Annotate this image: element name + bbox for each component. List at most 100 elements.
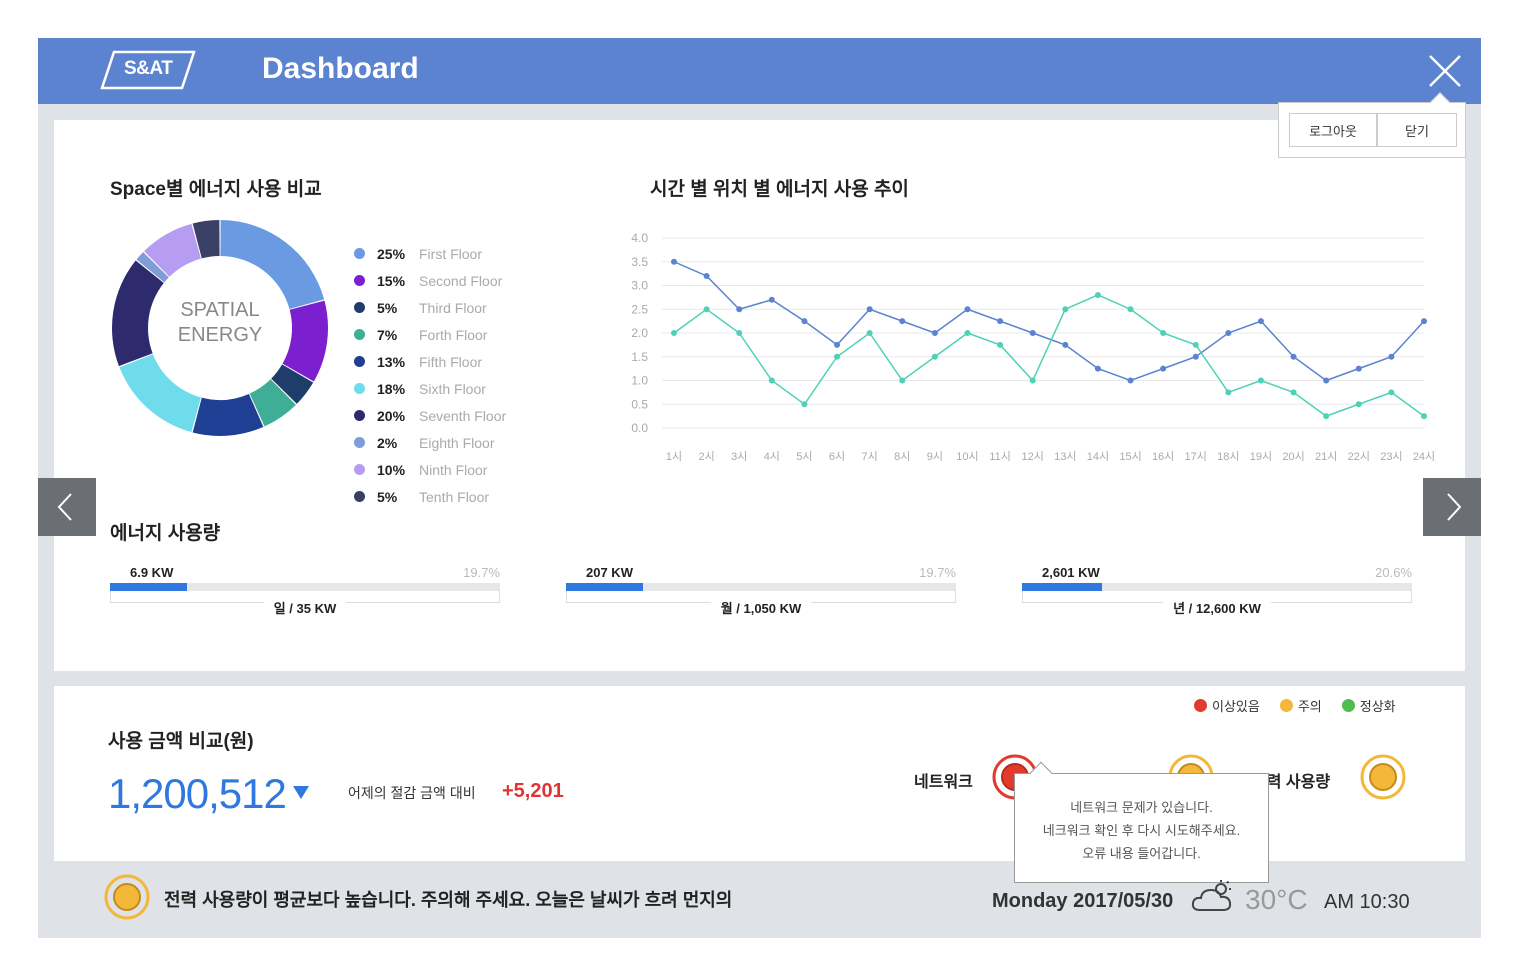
data-point	[768, 296, 775, 303]
power-status-indicator[interactable]	[1360, 754, 1406, 800]
data-point	[834, 353, 841, 360]
x-tick-label: 1시	[666, 451, 682, 463]
usage-percent: 19.7%	[919, 565, 956, 580]
data-point	[899, 318, 906, 325]
status-legend-error: 이상있음	[1194, 696, 1260, 715]
data-point	[768, 377, 775, 384]
legend-item: 13% Fifth Floor	[354, 348, 506, 375]
next-page-button[interactable]	[1423, 478, 1481, 536]
prev-page-button[interactable]	[38, 478, 96, 536]
legend-label: Second Floor	[419, 272, 503, 289]
x-tick-label: 5시	[796, 451, 812, 463]
data-point	[1421, 413, 1427, 420]
data-point	[703, 273, 710, 279]
data-point	[1062, 341, 1069, 348]
x-tick-label: 16시	[1152, 451, 1174, 463]
x-tick-label: 19시	[1250, 451, 1272, 463]
legend-label: Sixth Floor	[419, 380, 486, 397]
data-point	[866, 306, 873, 313]
usage-card-year: 2,601 KW 20.6% 년 / 12,600 KW	[1022, 565, 1412, 625]
data-point	[1388, 353, 1395, 360]
y-tick-label: 4.0	[631, 231, 648, 245]
data-point	[931, 353, 938, 360]
data-point	[736, 306, 743, 313]
data-point	[1160, 365, 1167, 372]
network-status-label: 네트워크	[914, 774, 973, 791]
status-legend-normal: 정상화	[1341, 696, 1396, 715]
usage-total: 월 / 1,050 KW	[566, 598, 956, 617]
legend-label: Tenth Floor	[419, 488, 490, 505]
x-tick-label: 17시	[1185, 451, 1207, 463]
status-legend-label: 정상화	[1359, 699, 1396, 714]
x-tick-label: 14시	[1087, 451, 1109, 463]
x-tick-label: 18시	[1217, 451, 1239, 463]
donut-slice	[220, 220, 325, 309]
legend-item: 7% Forth Floor	[354, 321, 506, 348]
legend-dot	[354, 329, 365, 340]
data-point	[1225, 330, 1232, 336]
data-point	[671, 330, 677, 336]
x-tick-label: 20시	[1282, 451, 1304, 463]
logout-button[interactable]: 로그아웃	[1289, 113, 1377, 147]
chevron-left-icon	[57, 493, 72, 521]
donut-slice	[119, 354, 201, 433]
legend-dot	[354, 410, 365, 421]
legend-label: Fifth Floor	[419, 353, 483, 370]
green-dot-icon	[1341, 699, 1355, 712]
close-icon[interactable]	[1426, 52, 1464, 90]
energy-panel: Space별 에너지 사용 비교 SPATIAL ENERGY 25% First…	[54, 120, 1465, 671]
legend-item: 15% Second Floor	[354, 267, 506, 294]
legend-dot	[354, 275, 365, 286]
logo-text: S&AT	[124, 58, 173, 79]
data-point	[1029, 330, 1036, 336]
legend-dot	[354, 248, 365, 259]
y-tick-label: 3.0	[631, 279, 648, 293]
x-tick-label: 2시	[698, 451, 714, 463]
y-tick-label: 2.5	[631, 302, 648, 316]
usage-total: 일 / 35 KW	[110, 598, 500, 617]
usage-kw: 2,601 KW	[1042, 565, 1100, 580]
usage-progress-track	[1022, 583, 1412, 591]
trend-line-chart: 4.0 3.5 3.0 2.5 2.0 1.5 1.0 0.5 0.0 1시 2시 3시 4시 5시 6시 7…	[631, 231, 1434, 463]
data-point	[931, 330, 938, 336]
donut-center-label: SPATIAL ENERGY	[110, 298, 330, 348]
status-legend-label: 주의	[1297, 699, 1322, 714]
legend-percent: 5%	[377, 299, 398, 316]
legend-item: 20% Seventh Floor	[354, 402, 506, 429]
triangle-down-icon	[293, 786, 309, 799]
y-tick-label: 2.0	[631, 326, 648, 340]
data-point	[834, 341, 841, 348]
account-popup: 로그아웃 닫기	[1278, 92, 1466, 158]
usage-card-day: 6.9 KW 19.7% 일 / 35 KW	[110, 565, 500, 625]
legend-dot	[354, 356, 365, 367]
legend-percent: 15%	[377, 272, 406, 289]
status-legend: 이상있음 주의 정상화	[1194, 696, 1396, 715]
x-tick-label: 9시	[927, 451, 943, 463]
legend-item: 5% Third Floor	[354, 294, 506, 321]
close-menu-button[interactable]: 닫기	[1377, 113, 1457, 147]
trend-chart-title: 시간 별 위치 별 에너지 사용 추이	[650, 179, 909, 200]
legend-dot	[354, 302, 365, 313]
tooltip-line: 네크워크 확인 후 다시 시도해주세요.	[1042, 823, 1241, 838]
legend-label: Ninth Floor	[419, 461, 488, 478]
data-point	[1290, 353, 1297, 360]
data-point	[1127, 377, 1134, 384]
x-tick-label: 22시	[1348, 451, 1370, 463]
usage-progress-fill	[566, 583, 643, 591]
y-tick-label: 0.0	[631, 421, 648, 435]
data-point	[1127, 306, 1134, 313]
usage-kw: 6.9 KW	[130, 565, 174, 580]
data-point	[1257, 377, 1264, 384]
y-tick-label: 3.5	[631, 255, 648, 269]
usage-percent: 20.6%	[1375, 565, 1412, 580]
data-point	[1355, 401, 1362, 408]
cost-diff-value: +5,201	[502, 780, 564, 802]
x-tick-label: 3시	[731, 451, 747, 463]
cloudy-weather-icon	[1191, 880, 1232, 911]
data-point	[1388, 389, 1395, 396]
chevron-right-icon	[1447, 493, 1462, 521]
data-point	[1290, 389, 1297, 396]
usage-progress-fill	[1022, 583, 1103, 591]
data-point	[997, 318, 1004, 325]
usage-progress-track	[110, 583, 500, 591]
